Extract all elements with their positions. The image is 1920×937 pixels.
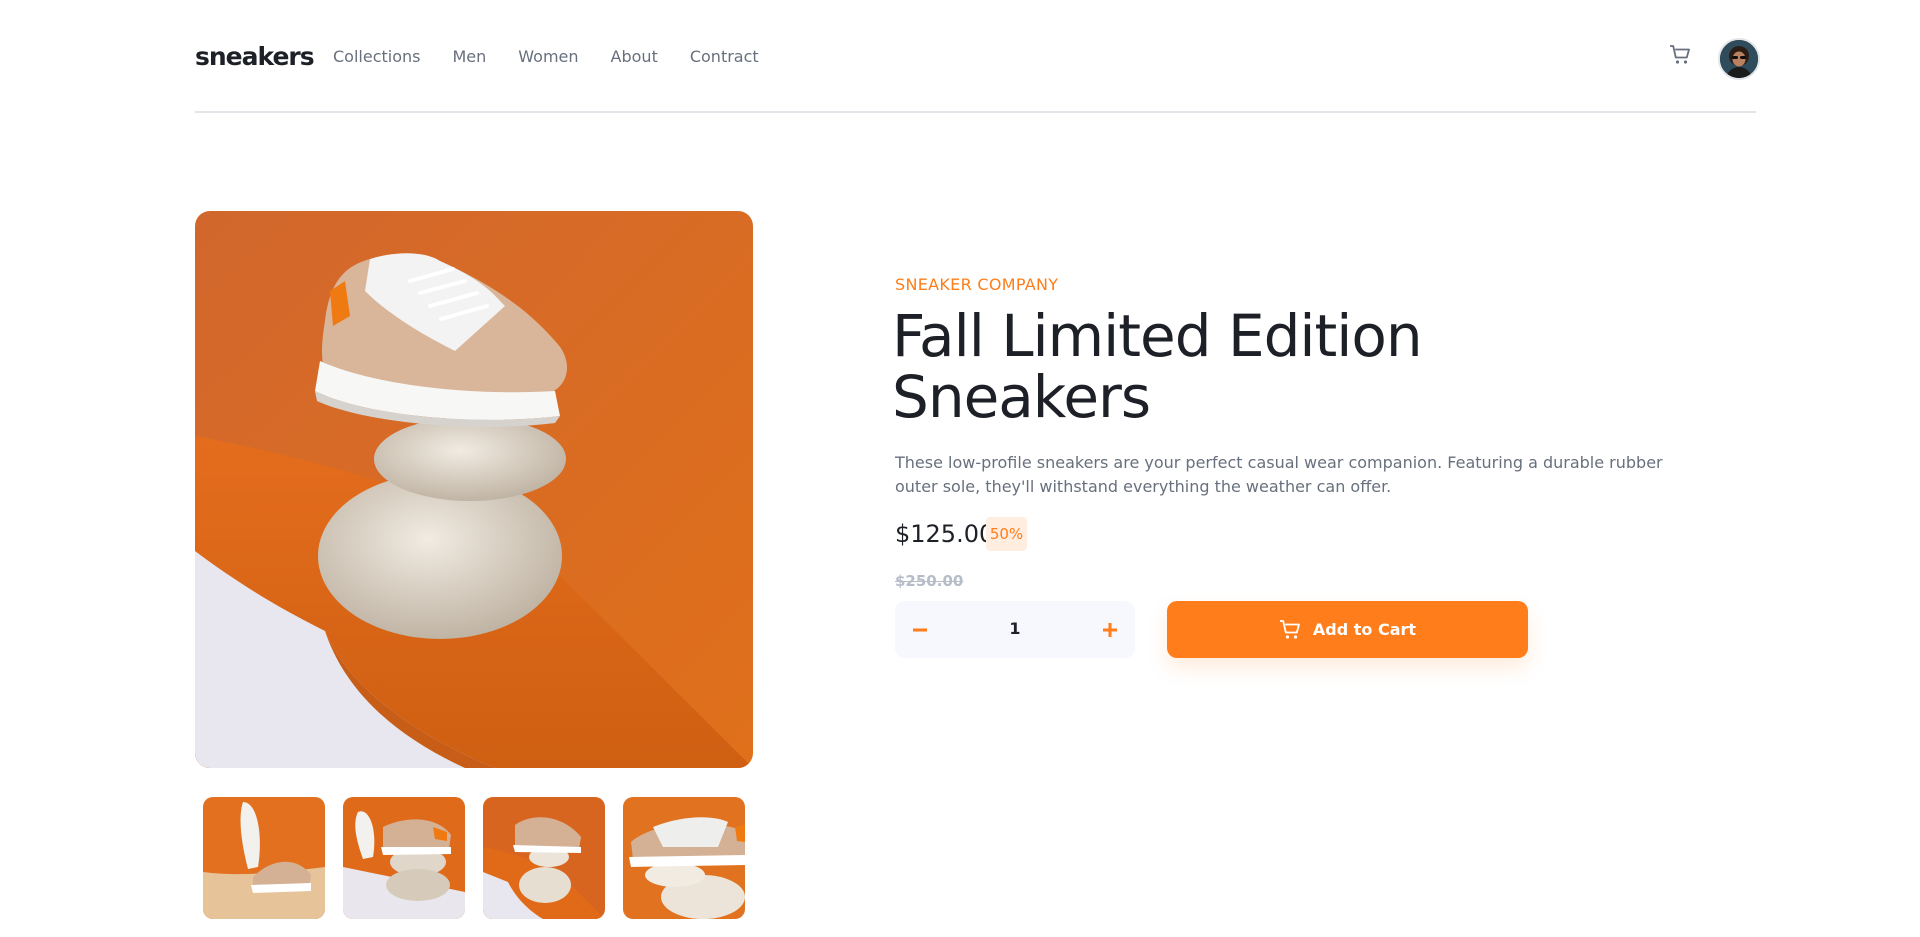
main-nav: Collections Men Women About Contract xyxy=(333,46,791,68)
thumbnail-4[interactable] xyxy=(623,797,745,919)
company-label: SNEAKER COMPANY xyxy=(895,275,1059,294)
add-to-cart-label: Add to Cart xyxy=(1312,620,1417,639)
thumbnail-2[interactable] xyxy=(343,797,465,919)
nav-link-women[interactable]: Women xyxy=(518,46,578,68)
main-product-image[interactable] xyxy=(195,211,753,768)
thumbnail-3[interactable] xyxy=(483,797,605,919)
minus-icon xyxy=(913,628,927,631)
increment-button[interactable] xyxy=(1085,601,1135,658)
nav-link-men[interactable]: Men xyxy=(452,46,486,68)
logo[interactable]: sneakers xyxy=(195,40,315,73)
quantity-value[interactable]: 1 xyxy=(945,601,1085,656)
discount-badge: 50% xyxy=(986,517,1027,551)
nav-link-collections[interactable]: Collections xyxy=(333,46,420,68)
cart-icon[interactable] xyxy=(1669,45,1693,67)
decrement-button[interactable] xyxy=(895,601,945,658)
cart-icon xyxy=(1279,619,1301,640)
plus-icon xyxy=(1103,622,1117,637)
product-description: These low-profile sneakers are your perf… xyxy=(895,453,1663,496)
current-price: $125.00 xyxy=(895,520,995,548)
add-to-cart-button[interactable]: Add to Cart xyxy=(1167,601,1528,658)
avatar[interactable] xyxy=(1718,38,1760,80)
product-title: Fall Limited Edition Sneakers xyxy=(892,302,1423,431)
nav-link-contract[interactable]: Contract xyxy=(690,46,759,68)
site-header: sneakers Collections Men Women About Con… xyxy=(195,0,1760,113)
thumbnail-1[interactable] xyxy=(203,797,325,919)
nav-link-about[interactable]: About xyxy=(611,46,658,68)
quantity-stepper: 1 xyxy=(895,601,1135,658)
original-price: $250.00 xyxy=(895,572,964,590)
